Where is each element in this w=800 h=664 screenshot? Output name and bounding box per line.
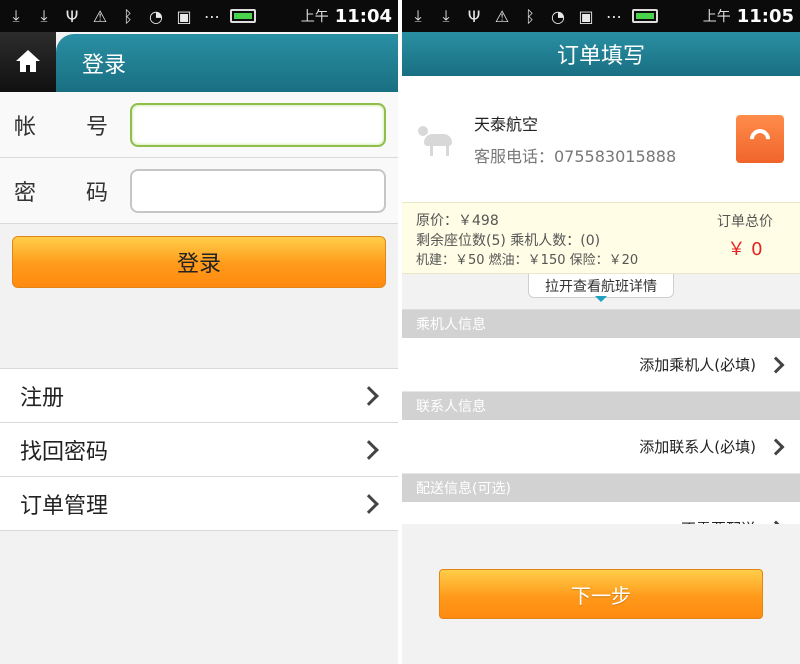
status-icons: ⤓ ⤓ Ψ ⚠ ᛒ ◔ ▣ ⋯ <box>408 6 703 26</box>
chevron-right-icon <box>767 438 785 455</box>
original-price: 原价：￥498 <box>416 213 499 229</box>
warning-icon: ⚠ <box>92 6 108 26</box>
total-box: 订单总价 ￥ 0 <box>700 211 790 273</box>
home-icon <box>16 50 40 74</box>
screenshot-pair: ⤓ ⤓ Ψ ⚠ ᛒ ◔ ▣ ⋯ 上午 11:04 登录 帐 号 密 码 登录 注… <box>0 0 800 664</box>
download-icon: ⤓ <box>414 6 422 25</box>
download-icon: ⤓ <box>40 6 48 25</box>
download-icon: ⤓ <box>12 6 20 25</box>
next-button[interactable]: 下一步 <box>439 569 763 619</box>
phone-icon <box>745 124 775 154</box>
account-label-char-1: 帐 <box>14 114 37 140</box>
password-label: 密 码 <box>0 175 130 207</box>
notification-icon: ▣ <box>578 6 594 26</box>
total-value: ￥ 0 <box>727 239 763 260</box>
password-label-char-1: 密 <box>14 180 37 206</box>
total-label: 订单总价 <box>717 214 773 230</box>
battery-icon <box>230 9 256 23</box>
signal-icon: ⋯ <box>606 6 622 26</box>
password-row: 密 码 <box>0 158 398 224</box>
menu-item-order-management[interactable]: 订单管理 <box>0 477 398 531</box>
add-passenger-label: 添加乘机人(必填) <box>639 356 756 374</box>
menu-list: 注册 找回密码 订单管理 <box>0 368 398 531</box>
camel-logo-icon <box>418 120 460 158</box>
bluetooth-icon: ᛒ <box>123 6 133 26</box>
account-label-char-2: 号 <box>85 114 108 140</box>
airline-phone: 客服电话：075583015888 <box>474 147 677 166</box>
bluetooth-icon: ᛒ <box>525 6 535 26</box>
status-icons: ⤓ ⤓ Ψ ⚠ ᛒ ◔ ▣ ⋯ <box>6 6 301 26</box>
menu-item-label: 订单管理 <box>20 493 109 519</box>
next-area: 下一步 <box>402 524 800 664</box>
account-input[interactable] <box>130 102 386 147</box>
password-label-char-2: 码 <box>85 180 108 206</box>
menu-item-label: 找回密码 <box>20 439 109 465</box>
call-button[interactable] <box>736 115 784 163</box>
ampm: 上午 <box>702 9 731 25</box>
time: 11:05 <box>736 5 794 27</box>
status-bar: ⤓ ⤓ Ψ ⚠ ᛒ ◔ ▣ ⋯ 上午 11:05 <box>402 0 800 32</box>
section-header-delivery: 配送信息(可选) <box>402 474 800 502</box>
airline-card: 天泰航空 客服电话：075583015888 <box>402 76 800 202</box>
flight-details-toggle[interactable]: 拉开查看航班详情 <box>402 274 800 310</box>
login-screen: ⤓ ⤓ Ψ ⚠ ᛒ ◔ ▣ ⋯ 上午 11:04 登录 帐 号 密 码 登录 注… <box>0 0 398 664</box>
chevron-down-icon <box>595 296 607 302</box>
login-button[interactable]: 登录 <box>12 236 386 288</box>
chevron-right-icon <box>359 385 379 406</box>
notification-icon: ▣ <box>176 6 192 26</box>
flight-details-tab[interactable]: 拉开查看航班详情 <box>528 274 674 298</box>
chevron-right-icon <box>767 356 785 373</box>
usb-icon: Ψ <box>467 6 481 26</box>
wifi-icon: ◔ <box>551 6 565 26</box>
add-contact-row[interactable]: 添加联系人(必填) <box>402 420 800 474</box>
chevron-right-icon <box>359 439 379 460</box>
menu-item-register[interactable]: 注册 <box>0 369 398 423</box>
page-title: 登录 <box>56 34 398 92</box>
section-header-passenger: 乘机人信息 <box>402 310 800 338</box>
time: 11:04 <box>334 5 392 27</box>
airline-info: 天泰航空 客服电话：075583015888 <box>474 111 736 167</box>
home-button[interactable] <box>0 32 56 92</box>
signal-icon: ⋯ <box>204 6 220 26</box>
status-bar: ⤓ ⤓ Ψ ⚠ ᛒ ◔ ▣ ⋯ 上午 11:04 <box>0 0 398 32</box>
warning-icon: ⚠ <box>494 6 510 26</box>
order-screen: ⤓ ⤓ Ψ ⚠ ᛒ ◔ ▣ ⋯ 上午 11:05 订单填写 天泰航空 客服电话：… <box>402 0 800 664</box>
add-passenger-row[interactable]: 添加乘机人(必填) <box>402 338 800 392</box>
account-row: 帐 号 <box>0 92 398 158</box>
menu-item-recover-password[interactable]: 找回密码 <box>0 423 398 477</box>
clock: 上午 11:05 <box>703 6 794 27</box>
price-summary: 原价：￥498 剩余座位数(5) 乘机人数：(0) 机建：￥50 燃油：￥150… <box>402 202 800 274</box>
header: 登录 <box>0 32 398 92</box>
download-icon: ⤓ <box>442 6 450 25</box>
price-details: 原价：￥498 剩余座位数(5) 乘机人数：(0) 机建：￥50 燃油：￥150… <box>416 211 700 273</box>
menu-item-label: 注册 <box>20 385 65 411</box>
chevron-right-icon <box>359 493 379 514</box>
add-contact-label: 添加联系人(必填) <box>639 438 756 456</box>
account-label: 帐 号 <box>0 109 130 141</box>
wifi-icon: ◔ <box>149 6 163 26</box>
ampm: 上午 <box>300 9 329 25</box>
page-title: 订单填写 <box>402 32 800 76</box>
section-header-contact: 联系人信息 <box>402 392 800 420</box>
password-input[interactable] <box>130 168 386 213</box>
battery-icon <box>632 9 658 23</box>
fees: 机建：￥50 燃油：￥150 保险：￥20 <box>416 253 639 268</box>
airline-name: 天泰航空 <box>474 115 539 134</box>
seat-count: 剩余座位数(5) 乘机人数：(0) <box>416 233 601 249</box>
usb-icon: Ψ <box>65 6 79 26</box>
clock: 上午 11:04 <box>301 6 392 27</box>
